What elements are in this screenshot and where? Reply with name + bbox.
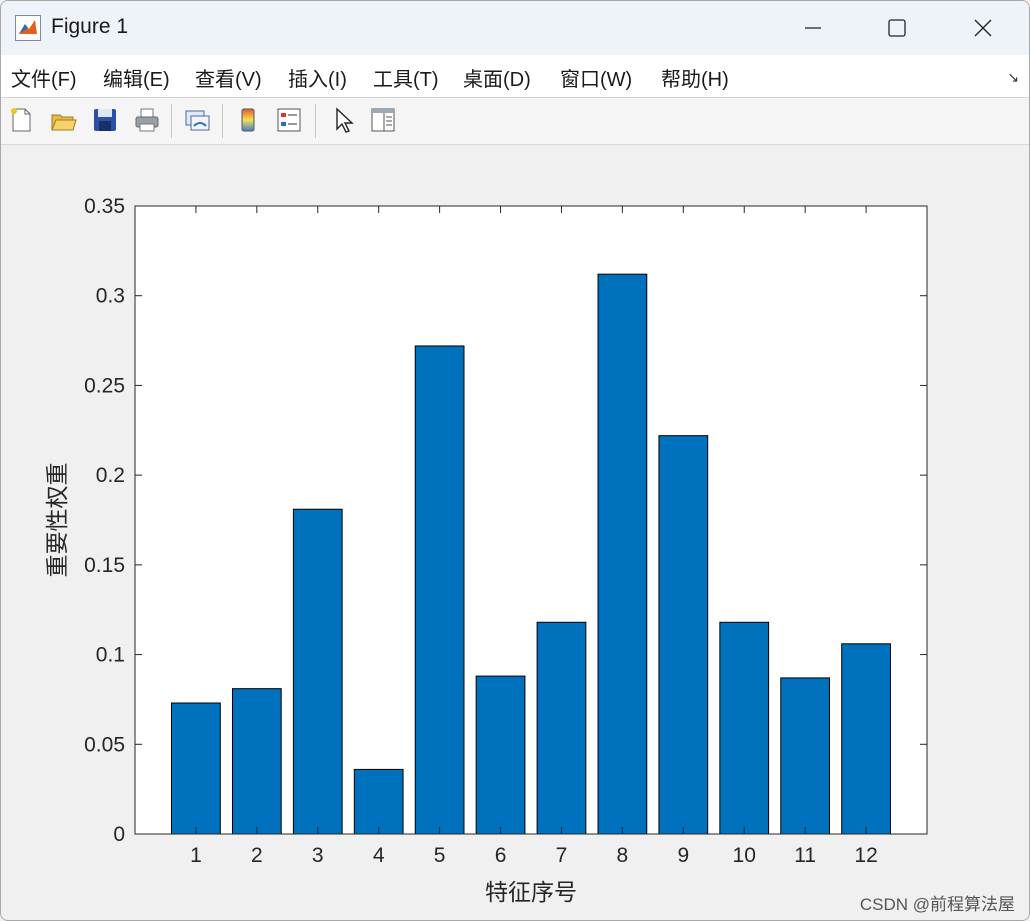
menu-window[interactable]: 窗口(W) [560, 63, 632, 92]
menu-desktop[interactable]: 桌面(D) [463, 63, 531, 92]
menu-tools[interactable]: 工具(T) [373, 63, 439, 92]
figure-canvas[interactable]: 1 2 3 4 5 6 7 8 9 10 11 12 0 0.05 0.1 0.15 0.2 0.25 0.3 0.3… [1, 145, 1029, 920]
save-button[interactable] [89, 104, 121, 136]
y-tick-label: 0.3 [96, 285, 125, 308]
bar-11 [780, 677, 831, 835]
open-file-icon [51, 114, 77, 131]
x-axis-label: 特征序号 [485, 879, 577, 905]
y-tick-label: 0 [113, 823, 125, 846]
print-button[interactable] [131, 104, 163, 136]
bar-1 [171, 702, 221, 835]
bar-chart: 1 2 3 4 5 6 7 8 9 10 11 1200.050.10.150.20.250.30.3… [44, 195, 928, 905]
pointer-icon [336, 107, 354, 133]
new-figure-button[interactable] [5, 104, 37, 136]
bar-4 [353, 768, 404, 835]
x-tick-label: 2 [251, 844, 263, 867]
toolbar-separator [315, 104, 316, 138]
link-plot-icon [185, 110, 210, 131]
new-figure-icon [11, 108, 31, 132]
bar-5 [414, 345, 465, 835]
bar-6 [475, 675, 526, 835]
x-tick-label: 4 [373, 844, 385, 867]
bar-10 [719, 621, 770, 835]
print-icon [135, 108, 159, 132]
x-tick-label: 12 [854, 844, 877, 867]
legend-button[interactable] [273, 104, 305, 136]
open-file-button[interactable] [47, 104, 79, 136]
x-tick-label: 8 [617, 844, 629, 867]
y-tick-label: 0.1 [96, 644, 125, 667]
dock-arrow-icon[interactable]: ↘ [1007, 69, 1019, 86]
menu-insert[interactable]: 插入(I) [288, 63, 347, 92]
toolbar-separator [222, 104, 223, 138]
figure-window: Figure 1 文件(F) 编辑(E) 查看(V) 插入(I) 工具(T) 桌… [0, 0, 1030, 921]
menu-bar: 文件(F) 编辑(E) 查看(V) 插入(I) 工具(T) 桌面(D) 窗口(W… [1, 55, 1029, 98]
toolbar-separator [171, 104, 172, 138]
csdn-watermark: CSDN @前程算法屋 [859, 895, 1015, 914]
figure-toolbar [1, 98, 1029, 145]
legend-icon [277, 108, 301, 132]
bar-9 [658, 435, 709, 835]
x-tick-label: 7 [556, 844, 568, 867]
minimize-button[interactable] [771, 1, 855, 55]
x-tick-label: 3 [312, 844, 324, 867]
maximize-button[interactable] [855, 1, 939, 55]
y-tick-label: 0.25 [84, 374, 125, 397]
bar-12 [841, 643, 891, 835]
bar-2 [231, 688, 282, 835]
menu-help[interactable]: 帮助(H) [661, 63, 729, 92]
pointer-button[interactable] [327, 104, 359, 136]
y-tick-label: 0.2 [96, 464, 125, 487]
menu-file[interactable]: 文件(F) [11, 63, 77, 92]
property-inspector-button[interactable] [367, 104, 399, 136]
close-icon [974, 19, 992, 37]
bar-8 [597, 273, 648, 835]
menu-view[interactable]: 查看(V) [195, 63, 262, 92]
x-tick-label: 6 [495, 844, 507, 867]
y-tick-label: 0.35 [84, 195, 125, 218]
x-tick-label: 5 [434, 844, 446, 867]
colorbar-button[interactable] [232, 104, 264, 136]
save-icon [94, 109, 116, 131]
matlab-icon [15, 15, 41, 41]
maximize-icon [888, 19, 906, 37]
title-bar[interactable]: Figure 1 [1, 1, 1029, 55]
window-title: Figure 1 [51, 15, 129, 38]
x-tick-label: 11 [794, 844, 816, 867]
y-tick-label: 0.15 [84, 554, 125, 577]
y-axis-label: 重要性权重 [44, 463, 70, 578]
x-tick-label: 1 [190, 844, 202, 867]
link-plot-button[interactable] [181, 104, 213, 136]
menu-edit[interactable]: 编辑(E) [103, 63, 170, 92]
x-tick-label: 9 [677, 844, 689, 867]
minimize-icon [805, 27, 821, 29]
colorbar-icon [241, 108, 255, 132]
x-tick-label: 10 [733, 844, 756, 867]
close-button[interactable] [941, 1, 1025, 55]
bar-7 [536, 621, 587, 835]
bar-3 [292, 508, 343, 835]
y-tick-label: 0.05 [84, 733, 125, 756]
property-inspector-icon [371, 108, 395, 132]
